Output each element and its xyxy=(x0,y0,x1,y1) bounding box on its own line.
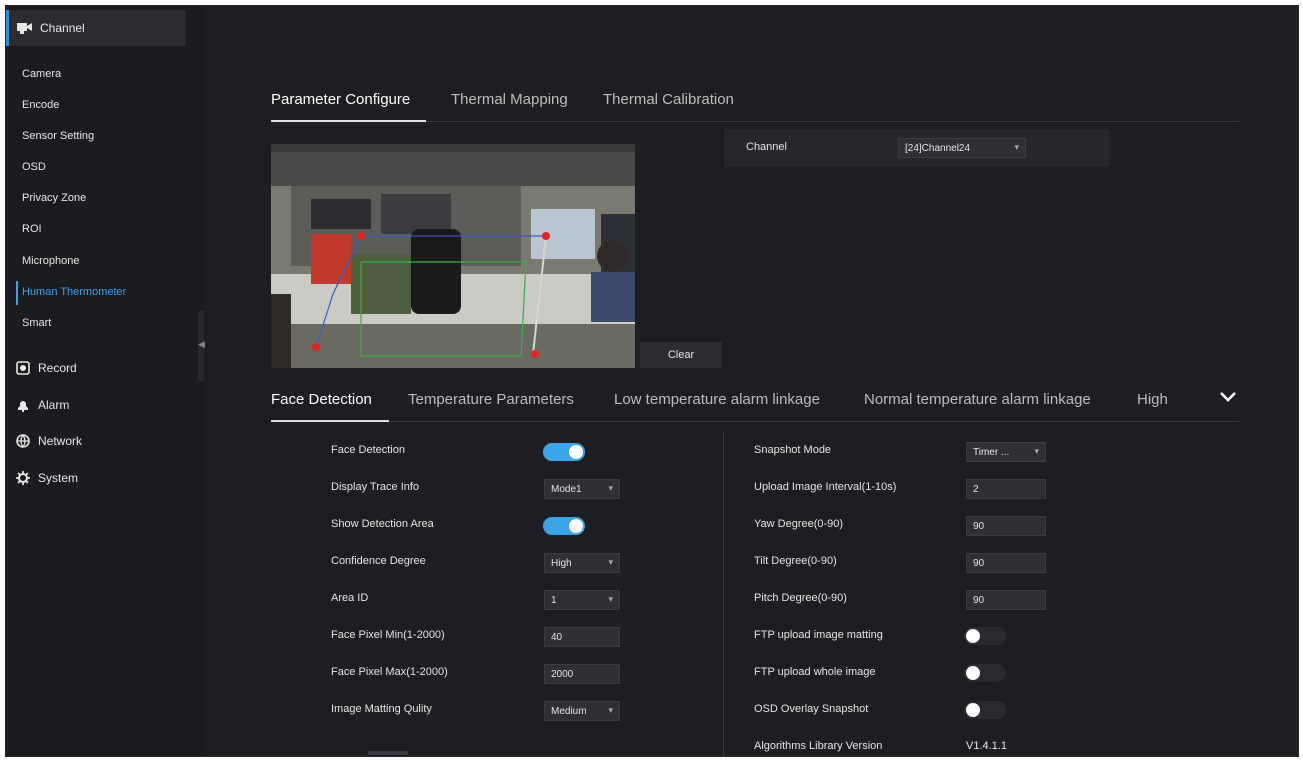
active-sub-indicator xyxy=(16,281,18,305)
sidebar-item-alarm[interactable]: Alarm xyxy=(16,398,69,412)
sidebar-item-label: Alarm xyxy=(38,398,70,412)
face-pixel-max-input[interactable]: 2000 xyxy=(544,664,620,684)
sidebar-item-record[interactable]: Record xyxy=(16,361,77,375)
image-matting-quality-select[interactable]: Medium ▾ xyxy=(544,701,620,721)
tab-parameter-configure[interactable]: Parameter Configure xyxy=(271,91,410,108)
select-value: Mode1 xyxy=(551,483,582,495)
channel-icon xyxy=(17,23,32,34)
channel-select-value: [24]Channel24 xyxy=(905,142,971,154)
sidebar-sub-roi[interactable]: ROI xyxy=(22,223,42,235)
sidebar-sub-smart[interactable]: Smart xyxy=(22,317,51,329)
chevron-down-icon: ▾ xyxy=(1034,446,1039,456)
active-tab-underline xyxy=(271,120,426,122)
chevron-down-icon: ▾ xyxy=(608,594,613,604)
display-trace-info-select[interactable]: Mode1 ▾ xyxy=(544,479,620,499)
sidebar-item-label: Network xyxy=(38,434,83,448)
select-value: Medium xyxy=(551,705,587,717)
sidebar-sub-microphone[interactable]: Microphone xyxy=(22,255,79,267)
horizontal-scrollbar[interactable] xyxy=(368,751,408,755)
ftp-upload-whole-image-toggle[interactable] xyxy=(964,664,1006,682)
show-detection-area-label: Show Detection Area xyxy=(331,518,434,530)
sidebar-sub-privacy-zone[interactable]: Privacy Zone xyxy=(22,192,86,204)
display-trace-info-label: Display Trace Info xyxy=(331,481,420,493)
algorithms-library-version-label: Algorithms Library Version xyxy=(754,740,883,752)
ftp-upload-image-matting-label: FTP upload image matting xyxy=(754,629,883,641)
ftp-upload-image-matting-toggle[interactable] xyxy=(964,627,1006,645)
snapshot-mode-label: Snapshot Mode xyxy=(754,444,832,456)
sidebar-item-channel[interactable]: Channel xyxy=(6,10,186,46)
network-icon xyxy=(16,434,30,448)
clear-button[interactable]: Clear xyxy=(640,342,722,368)
sidebar-item-network[interactable]: Network xyxy=(16,434,82,448)
sidebar-sub-camera[interactable]: Camera xyxy=(22,68,61,80)
tab-thermal-calibration[interactable]: Thermal Calibration xyxy=(603,91,734,108)
sidebar-sub-human-thermometer[interactable]: Human Thermometer xyxy=(22,286,126,298)
area-id-label: Area ID xyxy=(331,592,369,604)
pitch-degree-label: Pitch Degree(0-90) xyxy=(754,592,847,604)
sidebar-sub-osd[interactable]: OSD xyxy=(22,161,46,173)
sidebar-collapse-handle[interactable]: ◀ xyxy=(198,311,205,381)
sidebar-sub-sensor-setting[interactable]: Sensor Setting xyxy=(22,130,94,142)
ftp-upload-whole-image-label: FTP upload whole image xyxy=(754,666,876,678)
face-detection-label: Face Detection xyxy=(331,444,405,456)
yaw-degree-input[interactable]: 90 xyxy=(966,516,1046,536)
chevron-down-icon: ▾ xyxy=(1014,142,1019,152)
chevron-down-icon: ▾ xyxy=(608,557,613,567)
sidebar-item-label: Record xyxy=(38,361,77,375)
record-icon xyxy=(16,361,30,375)
select-value: Timer ... xyxy=(973,446,1010,458)
osd-overlay-snapshot-toggle[interactable] xyxy=(964,701,1006,719)
channel-label: Channel xyxy=(746,141,787,153)
active-subtab-underline xyxy=(271,420,389,422)
algorithms-library-version-value: V1.4.1.1 xyxy=(966,740,1007,752)
upload-image-interval-label: Upload Image Interval(1-10s) xyxy=(754,481,897,493)
chevron-left-icon: ◀ xyxy=(198,339,205,349)
tab-high-temperature[interactable]: High xyxy=(1137,391,1168,408)
tab-thermal-mapping[interactable]: Thermal Mapping xyxy=(451,91,568,108)
sidebar-item-system[interactable]: System xyxy=(16,471,78,485)
subtab-divider xyxy=(271,421,1239,422)
chevron-down-icon: ▾ xyxy=(608,483,613,493)
confidence-degree-label: Confidence Degree xyxy=(331,555,426,567)
sidebar-item-label: Channel xyxy=(40,21,85,35)
osd-overlay-snapshot-label: OSD Overlay Snapshot xyxy=(754,703,869,715)
upload-image-interval-input[interactable]: 2 xyxy=(966,479,1046,499)
yaw-degree-label: Yaw Degree(0-90) xyxy=(754,518,844,530)
channel-select[interactable]: [24]Channel24 ▾ xyxy=(898,138,1026,158)
alarm-icon xyxy=(18,401,28,412)
chevron-down-icon[interactable] xyxy=(1219,390,1237,404)
face-pixel-max-label: Face Pixel Max(1-2000) xyxy=(331,666,448,678)
system-icon xyxy=(16,471,30,485)
face-detection-toggle[interactable] xyxy=(543,443,585,461)
tilt-degree-input[interactable]: 90 xyxy=(966,553,1046,573)
show-detection-area-toggle[interactable] xyxy=(543,517,585,535)
tab-face-detection[interactable]: Face Detection xyxy=(271,391,372,408)
image-matting-quality-label: Image Matting Qulity xyxy=(331,703,432,715)
pitch-degree-input[interactable]: 90 xyxy=(966,590,1046,610)
select-value: 1 xyxy=(551,594,557,606)
channel-panel: Channel [24]Channel24 ▾ xyxy=(724,129,1110,167)
camera-preview[interactable] xyxy=(271,144,635,368)
tab-normal-temperature-alarm-linkage[interactable]: Normal temperature alarm linkage xyxy=(864,391,1091,408)
active-indicator xyxy=(6,10,9,46)
sidebar-sub-encode[interactable]: Encode xyxy=(22,99,59,111)
sidebar-item-label: System xyxy=(38,471,79,485)
camera-frame-image xyxy=(271,144,635,368)
column-divider xyxy=(723,431,724,756)
app-window: Channel Camera Encode Sensor Setting OSD… xyxy=(5,5,1299,757)
chevron-down-icon: ▾ xyxy=(608,705,613,715)
face-pixel-min-label: Face Pixel Min(1-2000) xyxy=(331,629,445,641)
confidence-degree-select[interactable]: High ▾ xyxy=(544,553,620,573)
snapshot-mode-select[interactable]: Timer ... ▾ xyxy=(966,442,1046,462)
tilt-degree-label: Tilt Degree(0-90) xyxy=(754,555,837,567)
face-pixel-min-input[interactable]: 40 xyxy=(544,627,620,647)
sidebar: Channel Camera Encode Sensor Setting OSD… xyxy=(6,6,204,756)
select-value: High xyxy=(551,557,572,569)
tab-low-temperature-alarm-linkage[interactable]: Low temperature alarm linkage xyxy=(614,391,820,408)
tab-temperature-parameters[interactable]: Temperature Parameters xyxy=(408,391,574,408)
area-id-select[interactable]: 1 ▾ xyxy=(544,590,620,610)
